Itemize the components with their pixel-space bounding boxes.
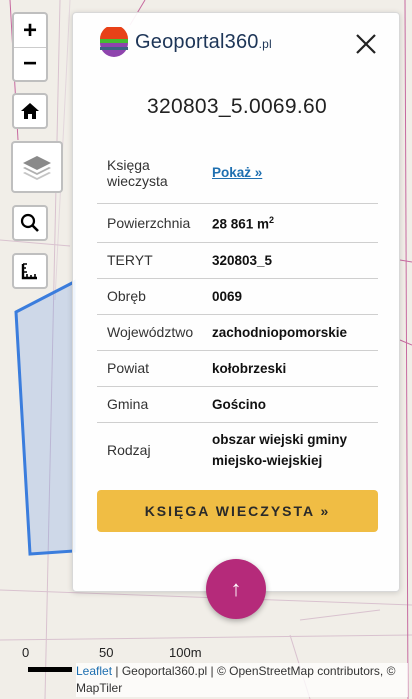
scale-label-0: 0	[22, 645, 30, 660]
close-icon[interactable]	[355, 33, 377, 55]
label-obreb: Obręb	[97, 278, 202, 315]
row-gmina: Gmina Gościno	[97, 386, 378, 423]
row-teryt: TERYT 320803_5	[97, 242, 378, 279]
label-rodzaj: Rodzaj	[107, 442, 151, 459]
parcel-info-card: Geoportal360.pl 320803_5.0069.60 Księga …	[72, 12, 400, 592]
map-attribution: Leaflet | Geoportal360.pl | © OpenStreet…	[76, 663, 408, 697]
label-gmina: Gmina	[97, 386, 202, 423]
geoportal-logo[interactable]: Geoportal360.pl	[99, 27, 272, 57]
measure-button[interactable]	[12, 253, 48, 289]
leaflet-link[interactable]: Leaflet	[76, 664, 112, 678]
value-powierzchnia: 28 861 m2	[202, 203, 378, 243]
layers-icon	[23, 156, 51, 180]
arrow-up-icon: ↑	[230, 576, 242, 601]
label-wojewodztwo: Województwo	[97, 314, 202, 351]
value-obreb: 0069	[202, 278, 378, 315]
value-powiat: kołobrzeski	[202, 350, 378, 387]
label-ksiega: Księga wieczysta	[97, 143, 202, 204]
value-rodzaj: obszar wiejski gminy miejsko-wiejskiej	[212, 432, 348, 469]
search-icon	[20, 213, 39, 232]
attribution-text: | Geoportal360.pl | © OpenStreetMap cont…	[76, 664, 396, 695]
zoom-out-button[interactable]: −	[14, 47, 46, 80]
scroll-up-button[interactable]: ↑	[206, 559, 266, 619]
ksiega-show-link[interactable]: Pokaż »	[212, 165, 262, 180]
row-rodzaj: Rodzaj obszar wiejski gminy miejsko-wiej…	[97, 422, 378, 478]
row-ksiega: Księga wieczysta Pokaż »	[97, 143, 378, 204]
parcel-info-table: Księga wieczysta Pokaż » Powierzchnia 28…	[97, 143, 378, 478]
row-powiat: Powiat kołobrzeski	[97, 350, 378, 387]
ruler-icon	[21, 263, 37, 280]
scale-bar	[28, 667, 72, 672]
row-wojewodztwo: Województwo zachodniopomorskie	[97, 314, 378, 351]
home-icon	[21, 103, 39, 119]
value-teryt: 320803_5	[202, 242, 378, 279]
row-obreb: Obręb 0069	[97, 278, 378, 315]
row-powierzchnia: Powierzchnia 28 861 m2	[97, 203, 378, 243]
scale-label-50: 50	[99, 645, 114, 660]
label-powiat: Powiat	[97, 350, 202, 387]
zoom-in-button[interactable]: +	[14, 14, 46, 47]
layers-button[interactable]	[11, 141, 63, 193]
label-teryt: TERYT	[97, 242, 202, 279]
scale-label-100: 100m	[169, 645, 202, 660]
ksiega-wieczysta-button[interactable]: KSIĘGA WIECZYSTA »	[97, 490, 378, 532]
geoportal-logo-icon	[100, 27, 128, 57]
parcel-id-title: 320803_5.0069.60	[147, 95, 327, 118]
zoom-control: + −	[12, 12, 48, 82]
value-wojewodztwo: zachodniopomorskie	[202, 314, 378, 351]
value-gmina: Gościno	[202, 386, 378, 423]
label-powierzchnia: Powierzchnia	[97, 203, 202, 243]
home-button[interactable]	[12, 93, 48, 129]
brand-name: Geoportal360.pl	[135, 30, 272, 53]
search-button[interactable]	[12, 205, 48, 241]
parcel-polygon	[14, 279, 76, 556]
